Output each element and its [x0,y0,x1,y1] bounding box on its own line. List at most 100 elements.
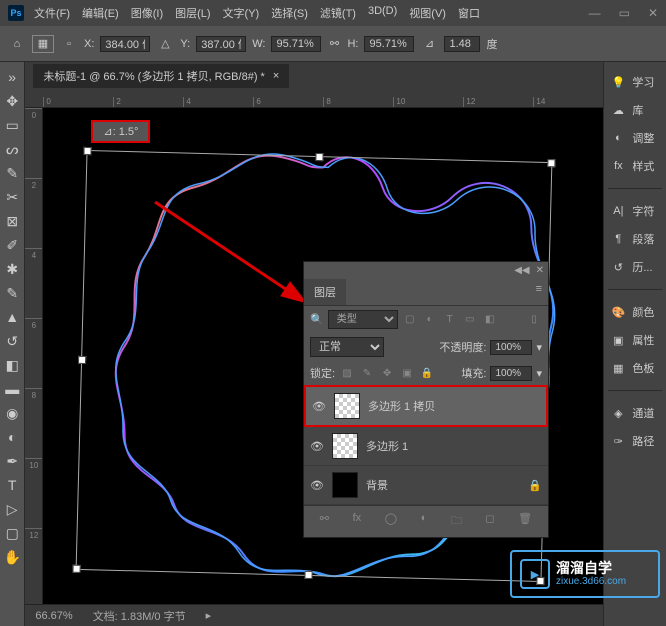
expand-icon[interactable]: » [1,66,23,88]
tab-close-icon[interactable]: × [273,70,279,82]
opacity-chevron-icon[interactable]: ▾ [536,341,542,354]
lock-image-icon[interactable]: ✎ [359,366,375,380]
quick-select-tool[interactable]: ✎ [1,162,23,184]
panel-paths[interactable]: ✑路径 [608,431,662,451]
hand-tool[interactable]: ✋ [1,546,23,568]
menu-type[interactable]: 文字(Y) [223,5,260,21]
eraser-tool[interactable]: ◧ [1,354,23,376]
shape-tool[interactable]: ▢ [1,522,23,544]
panel-character[interactable]: A|字符 [608,201,662,221]
lock-transparent-icon[interactable]: ▨ [339,366,355,380]
healing-tool[interactable]: ✱ [1,258,23,280]
handle-left-mid[interactable] [78,356,86,364]
gradient-tool[interactable]: ▬ [1,378,23,400]
layers-tab[interactable]: 图层 [304,279,346,305]
menu-file[interactable]: 文件(F) [34,5,70,21]
lock-position-icon[interactable]: ✥ [379,366,395,380]
eyedropper-tool[interactable]: ✐ [1,234,23,256]
panel-history[interactable]: ↺历... [608,257,662,277]
blur-tool[interactable]: ◉ [1,402,23,424]
opacity-input[interactable] [490,340,532,355]
mask-icon[interactable]: ◯ [385,512,397,531]
filter-adjust-icon[interactable]: ◐ [422,313,438,327]
panel-learn[interactable]: 💡学习 [608,72,662,92]
menu-window[interactable]: 窗口 [458,5,480,21]
filter-kind-select[interactable]: 类型 [328,310,398,329]
fill-chevron-icon[interactable]: ▾ [536,367,542,380]
panel-channels[interactable]: ◈通道 [608,403,662,423]
menu-select[interactable]: 选择(S) [271,5,308,21]
y-input[interactable] [196,36,246,52]
reference-point-icon[interactable]: ▫ [60,35,78,53]
handle-top-left[interactable] [84,147,92,155]
layer-thumb[interactable] [334,393,360,419]
handle-top-mid[interactable] [316,153,324,161]
lasso-tool[interactable]: ᔕ [1,138,23,160]
menu-view[interactable]: 视图(V) [409,5,446,21]
delete-layer-icon[interactable]: 🗑 [518,512,532,531]
layer-row[interactable]: 👁 多边形 1 [304,427,548,466]
handle-bottom-left[interactable] [73,565,81,573]
layer-thumb[interactable] [332,472,358,498]
frame-tool[interactable]: ⊠ [1,210,23,232]
menu-image[interactable]: 图像(I) [131,5,163,21]
new-layer-icon[interactable]: ◻ [485,512,494,531]
rotation-input[interactable] [444,36,480,52]
type-tool[interactable]: T [1,474,23,496]
close-button[interactable]: ✕ [648,6,658,20]
layer-name[interactable]: 背景 [366,477,388,493]
visibility-icon[interactable]: 👁 [310,479,324,492]
swap-xy-icon[interactable]: △ [156,35,174,53]
panel-paragraph[interactable]: ¶段落 [608,229,662,249]
fill-input[interactable] [490,366,532,381]
filter-shape-icon[interactable]: ▭ [462,313,478,327]
visibility-icon[interactable]: 👁 [310,440,324,453]
menu-layer[interactable]: 图层(L) [175,5,210,21]
layer-row-background[interactable]: 👁 背景 🔒 [304,466,548,505]
menu-edit[interactable]: 编辑(E) [82,5,119,21]
handle-bottom-mid[interactable] [305,571,313,579]
handle-top-right[interactable] [548,159,556,167]
stamp-tool[interactable]: ▲ [1,306,23,328]
blend-mode-select[interactable]: 正常 [310,337,384,357]
history-brush-tool[interactable]: ↺ [1,330,23,352]
adjustment-icon[interactable]: ◐ [421,512,428,531]
layer-thumb[interactable] [332,433,358,459]
transform-preset-icon[interactable]: ▦ [32,35,54,53]
group-icon[interactable]: 🗀 [451,512,462,531]
marquee-tool[interactable]: ▭ [1,114,23,136]
layer-name[interactable]: 多边形 1 [366,438,408,454]
document-tab[interactable]: 未标题-1 @ 66.7% (多边形 1 拷贝, RGB/8#) * × [33,64,289,88]
menu-3d[interactable]: 3D(D) [368,5,397,21]
panel-library[interactable]: ☁库 [608,100,662,120]
crop-tool[interactable]: ✂ [1,186,23,208]
filter-type-icon[interactable]: T [442,313,458,327]
link-layers-icon[interactable]: ⚯ [320,512,329,531]
brush-tool[interactable]: ✎ [1,282,23,304]
x-input[interactable] [100,36,150,52]
panel-adjust[interactable]: ◐调整 [608,128,662,148]
panel-color[interactable]: 🎨颜色 [608,302,662,322]
panel-menu-icon[interactable]: ≡ [530,279,548,305]
w-input[interactable] [271,36,321,52]
lock-artboard-icon[interactable]: ▣ [399,366,415,380]
home-icon[interactable]: ⌂ [8,35,26,53]
panel-style[interactable]: fx样式 [608,156,662,176]
dodge-tool[interactable]: ◐ [1,426,23,448]
layer-name[interactable]: 多边形 1 拷贝 [368,398,435,414]
path-select-tool[interactable]: ▷ [1,498,23,520]
panel-close-icon[interactable]: ✕ [536,265,544,276]
filter-smart-icon[interactable]: ◧ [482,313,498,327]
zoom-level[interactable]: 66.67% [35,610,72,622]
layer-row-selected[interactable]: 👁 多边形 1 拷贝 [304,385,548,427]
panel-properties[interactable]: ▣属性 [608,330,662,350]
move-tool[interactable]: ✥ [1,90,23,112]
panel-swatches[interactable]: ▦色板 [608,358,662,378]
menu-filter[interactable]: 滤镜(T) [320,5,356,21]
filter-pixel-icon[interactable]: ▢ [402,313,418,327]
layers-panel[interactable]: ◀◀ ✕ 图层 ≡ 🔍 类型 ▢ ◐ T ▭ ◧ ▯ 正常 不透明度: ▾ 锁定… [303,261,549,538]
status-chevron-icon[interactable]: ▸ [206,609,212,622]
h-input[interactable] [364,36,414,52]
filter-toggle-icon[interactable]: ▯ [526,313,542,327]
panel-collapse-icon[interactable]: ◀◀ [514,265,529,276]
